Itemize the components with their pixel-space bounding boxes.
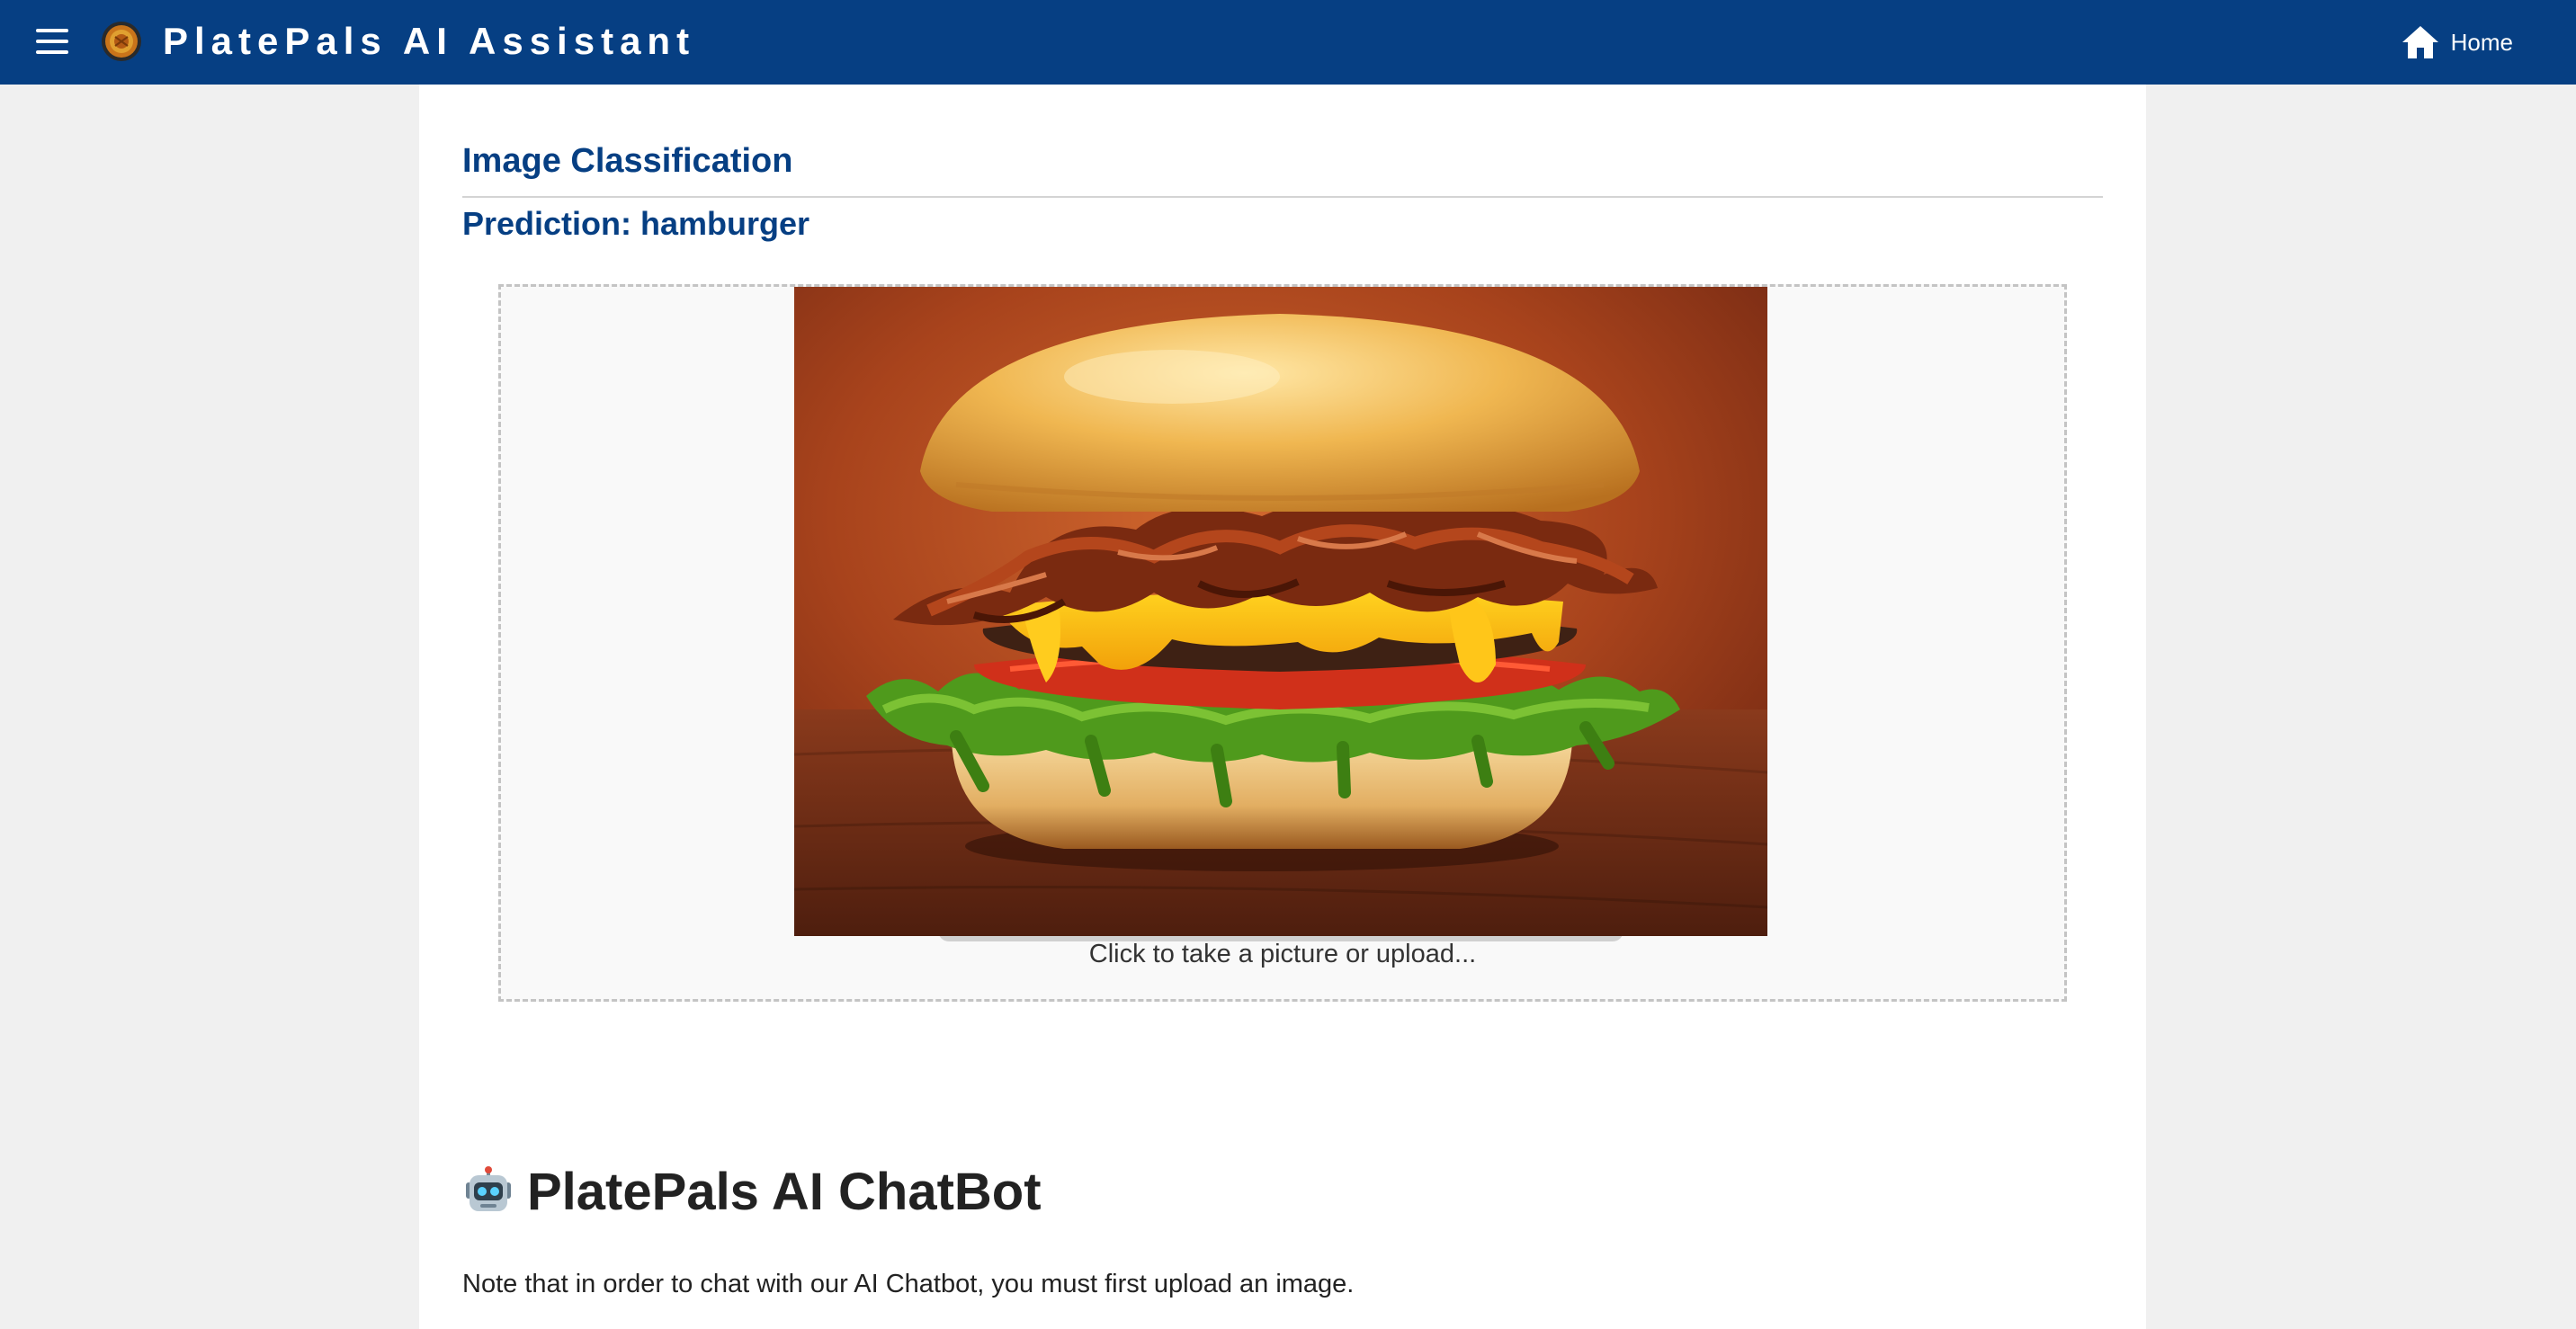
prediction-label: Prediction: hamburger <box>462 205 810 242</box>
divider <box>462 196 2103 198</box>
chatbot-note: Note that in order to chat with our AI C… <box>462 1270 1355 1298</box>
hamburger-photo <box>794 287 1767 936</box>
app-title: PlatePals AI Assistant <box>163 20 696 62</box>
image-upload-dropzone[interactable]: Click to take a picture or upload... <box>498 284 2067 1002</box>
home-label: Home <box>2450 29 2513 56</box>
app-bar: PlatePals AI Assistant Home <box>0 0 2576 85</box>
home-icon <box>2402 26 2438 58</box>
chatbot-title-text: PlatePals AI ChatBot <box>527 1163 1042 1221</box>
main-content: Image Classification Prediction: hamburg… <box>419 85 2146 1329</box>
platepals-logo-icon <box>102 22 141 61</box>
chatbot-title: PlatePals AI ChatBot <box>462 1162 1042 1222</box>
hamburger-menu-icon[interactable] <box>32 25 72 59</box>
section-title: Image Classification <box>462 142 793 180</box>
robot-icon <box>466 1165 511 1211</box>
upload-hint: Click to take a picture or upload... <box>1088 940 1477 968</box>
home-link[interactable]: Home <box>2401 22 2513 63</box>
